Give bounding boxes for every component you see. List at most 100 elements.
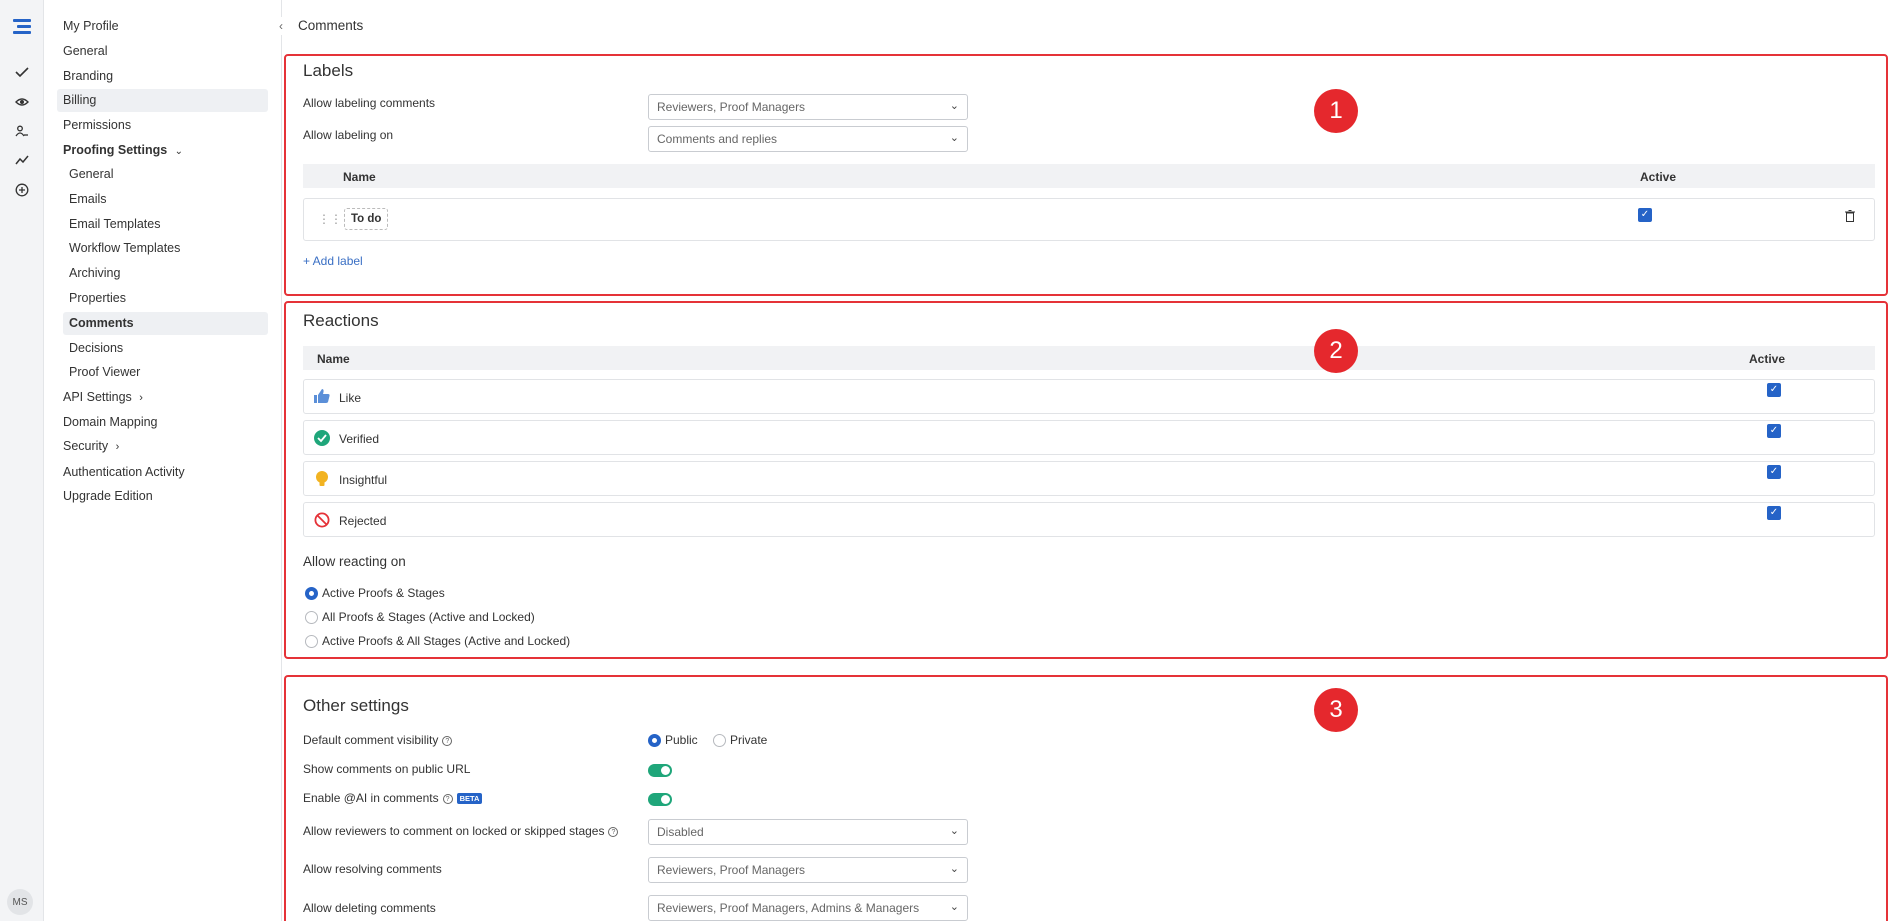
reacting-option-label[interactable]: Active Proofs & Stages bbox=[322, 586, 445, 600]
column-name: Name bbox=[343, 170, 376, 184]
allow-labeling-on-select[interactable]: Comments and replies ⌄ bbox=[648, 126, 968, 152]
other-settings-section: Other settings Default comment visibilit… bbox=[284, 675, 1888, 921]
verified-check-icon bbox=[314, 430, 330, 449]
locked-stages-label: Allow reviewers to comment on locked or … bbox=[303, 824, 605, 838]
locked-stages-select[interactable]: Disabled ⌄ bbox=[648, 819, 968, 845]
reactions-section: Reactions Name Active Like ✓ Verified ✓ … bbox=[284, 301, 1888, 659]
help-icon[interactable]: ? bbox=[442, 735, 453, 746]
sidebar-item-authentication-activity[interactable]: Authentication Activity bbox=[57, 461, 268, 484]
chevron-down-icon: ⌄ bbox=[949, 825, 959, 837]
sidebar-item-general[interactable]: General bbox=[57, 40, 268, 63]
collapse-sidebar-icon[interactable]: ‹ bbox=[273, 17, 289, 35]
reaction-active-checkbox[interactable]: ✓ bbox=[1767, 465, 1781, 479]
menu-logo-icon[interactable] bbox=[11, 16, 33, 38]
sidebar-item-security[interactable]: Security › bbox=[57, 435, 268, 458]
reacting-option-radio[interactable] bbox=[305, 611, 318, 624]
reaction-name: Rejected bbox=[339, 514, 387, 528]
sidebar-item-proofing-general[interactable]: General bbox=[63, 163, 268, 186]
select-value: Reviewers, Proof Managers bbox=[657, 100, 806, 114]
reaction-row: Insightful ✓ bbox=[303, 461, 1875, 496]
trend-icon[interactable] bbox=[11, 149, 33, 171]
chevron-right-icon: › bbox=[115, 441, 120, 453]
resolving-select[interactable]: Reviewers, Proof Managers ⌄ bbox=[648, 857, 968, 883]
sidebar-item-upgrade-edition[interactable]: Upgrade Edition bbox=[57, 485, 268, 508]
label-row: ⋮⋮ To do ✓ bbox=[303, 198, 1875, 241]
chevron-right-icon: › bbox=[139, 392, 143, 404]
reactions-title: Reactions bbox=[303, 311, 379, 330]
allow-labeling-comments-select[interactable]: Reviewers, Proof Managers ⌄ bbox=[648, 94, 968, 120]
label-name-field[interactable]: To do bbox=[344, 208, 389, 230]
plus-circle-icon[interactable] bbox=[11, 179, 33, 201]
trash-icon[interactable] bbox=[1845, 210, 1855, 225]
show-public-toggle[interactable] bbox=[648, 764, 672, 777]
visibility-private-radio[interactable] bbox=[713, 734, 726, 747]
sidebar-item-email-templates[interactable]: Email Templates bbox=[63, 213, 268, 236]
sidebar-item-comments[interactable]: Comments bbox=[63, 312, 268, 335]
resolving-label: Allow resolving comments bbox=[303, 862, 442, 876]
select-value: Comments and replies bbox=[657, 132, 778, 146]
show-public-label: Show comments on public URL bbox=[303, 762, 471, 776]
reaction-active-checkbox[interactable]: ✓ bbox=[1767, 383, 1781, 397]
sidebar-item-archiving[interactable]: Archiving bbox=[63, 262, 268, 285]
reaction-name: Like bbox=[339, 391, 362, 405]
sidebar-item-api-settings[interactable]: API Settings › bbox=[57, 386, 268, 409]
reacting-option-radio[interactable] bbox=[305, 635, 318, 648]
reaction-name: Insightful bbox=[339, 473, 388, 487]
other-settings-title: Other settings bbox=[303, 696, 409, 715]
chevron-down-icon: ⌄ bbox=[949, 132, 959, 144]
column-active: Active bbox=[1640, 170, 1677, 184]
settings-sidebar: My Profile General Branding Billing Perm… bbox=[44, 0, 282, 921]
enable-ai-label: Enable @AI in comments bbox=[303, 791, 439, 805]
column-active: Active bbox=[1749, 352, 1786, 366]
select-value: Disabled bbox=[657, 825, 704, 839]
enable-ai-row: Enable @AI in comments? BETA bbox=[303, 791, 483, 805]
annotation-badge-1: 1 bbox=[1314, 89, 1358, 133]
sidebar-item-permissions[interactable]: Permissions bbox=[57, 114, 268, 137]
reacting-option-radio[interactable] bbox=[305, 587, 318, 600]
reacting-option-label[interactable]: Active Proofs & All Stages (Active and L… bbox=[322, 634, 570, 648]
sidebar-item-proof-viewer[interactable]: Proof Viewer bbox=[63, 361, 268, 384]
reaction-active-checkbox[interactable]: ✓ bbox=[1767, 506, 1781, 520]
sidebar-item-properties[interactable]: Properties bbox=[63, 287, 268, 310]
sidebar-item-proofing-settings[interactable]: Proofing Settings ⌄ bbox=[57, 139, 268, 162]
enable-ai-toggle[interactable] bbox=[648, 793, 672, 806]
avatar[interactable]: MS bbox=[7, 889, 33, 915]
chevron-down-icon: ⌄ bbox=[949, 100, 959, 112]
annotation-badge-2: 2 bbox=[1314, 329, 1358, 373]
default-visibility-row: Default comment visibility? bbox=[303, 733, 453, 747]
sidebar-item-domain-mapping[interactable]: Domain Mapping bbox=[57, 411, 268, 434]
help-icon[interactable]: ? bbox=[442, 793, 453, 804]
visibility-public-radio[interactable] bbox=[648, 734, 661, 747]
allow-labeling-on-label: Allow labeling on bbox=[303, 128, 394, 142]
label-active-checkbox[interactable]: ✓ bbox=[1638, 208, 1652, 222]
sidebar-item-label: Proofing Settings bbox=[63, 143, 168, 157]
sidebar-item-billing[interactable]: Billing bbox=[57, 89, 268, 112]
sidebar-item-emails[interactable]: Emails bbox=[63, 188, 268, 211]
chevron-down-icon: ⌄ bbox=[174, 146, 184, 157]
deleting-select[interactable]: Reviewers, Proof Managers, Admins & Mana… bbox=[648, 895, 968, 921]
sidebar-item-my-profile[interactable]: My Profile bbox=[57, 15, 268, 38]
sidebar-item-label: API Settings bbox=[63, 390, 132, 404]
drag-handle-icon[interactable]: ⋮⋮ bbox=[318, 212, 342, 226]
reaction-active-checkbox[interactable]: ✓ bbox=[1767, 424, 1781, 438]
column-name: Name bbox=[317, 352, 350, 366]
eye-icon[interactable] bbox=[11, 91, 33, 113]
page-title: Comments bbox=[298, 18, 364, 33]
rejected-icon bbox=[314, 512, 330, 531]
visibility-private-label[interactable]: Private bbox=[730, 733, 767, 747]
help-icon[interactable]: ? bbox=[608, 826, 619, 837]
sidebar-item-decisions[interactable]: Decisions bbox=[63, 337, 268, 360]
users-icon[interactable] bbox=[11, 120, 33, 142]
sidebar-item-workflow-templates[interactable]: Workflow Templates bbox=[63, 237, 268, 260]
add-label-link[interactable]: + Add label bbox=[303, 254, 363, 268]
chevron-down-icon: ⌄ bbox=[949, 901, 959, 913]
reacting-option-label[interactable]: All Proofs & Stages (Active and Locked) bbox=[322, 610, 535, 624]
check-icon[interactable] bbox=[11, 61, 33, 83]
select-value: Reviewers, Proof Managers bbox=[657, 863, 806, 877]
locked-stages-row: Allow reviewers to comment on locked or … bbox=[303, 824, 619, 838]
lightbulb-icon bbox=[315, 471, 329, 491]
sidebar-item-branding[interactable]: Branding bbox=[57, 65, 268, 88]
visibility-public-label[interactable]: Public bbox=[665, 733, 698, 747]
labels-table-header: Name Active bbox=[303, 164, 1875, 188]
reaction-row: Verified ✓ bbox=[303, 420, 1875, 455]
